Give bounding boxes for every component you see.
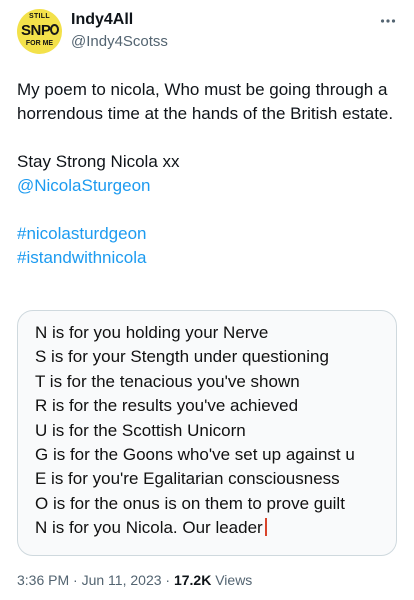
views-label: Views bbox=[211, 572, 253, 588]
poem-line: U is for the Scottish Unicorn bbox=[35, 420, 246, 440]
meta-separator: · bbox=[69, 572, 82, 588]
more-dots-icon bbox=[380, 19, 396, 23]
tweet-body-line-2: Stay Strong Nicola xx bbox=[17, 152, 180, 171]
author-handle[interactable]: @Indy4Scotss bbox=[71, 33, 168, 50]
poem-line: S is for your Stength under questioning bbox=[35, 347, 329, 367]
views-count: 17.2K bbox=[173, 572, 212, 588]
tweet-header: STILL SNP FOR ME Indy4All @Indy4Scotss bbox=[17, 9, 397, 59]
poem-text: N is for you holding your Nerve S is for… bbox=[35, 321, 355, 541]
tweet-date[interactable]: Jun 11, 2023 bbox=[82, 572, 162, 588]
poem-line: T is for the tenacious you've shown bbox=[35, 371, 300, 391]
poem-line: R is for the results you've achieved bbox=[35, 396, 299, 416]
tweet-time[interactable]: 3:36 PM bbox=[17, 572, 69, 588]
poem-line: N is for you holding your Nerve bbox=[35, 323, 269, 342]
poem-line: O is for the onus is on them to prove gu… bbox=[35, 493, 345, 513]
more-icon[interactable] bbox=[379, 12, 397, 35]
avatar-text-bottom: FOR ME bbox=[25, 40, 54, 47]
tweet-body-line: My poem to nicola, Who must be going thr… bbox=[17, 80, 394, 123]
avatar-text-top: STILL bbox=[29, 13, 50, 20]
hashtag-link-1[interactable]: #nicolasturdgeon bbox=[17, 224, 146, 243]
poem-line: N is for you Nicola. Our leader bbox=[35, 518, 263, 538]
mention-link[interactable]: @NicolaSturgeon bbox=[17, 176, 151, 195]
text-cursor bbox=[264, 518, 267, 537]
tweet-meta: 3:36 PM · Jun 11, 2023 · 17.2K Views bbox=[17, 572, 252, 588]
tweet-text: My poem to nicola, Who must be going thr… bbox=[17, 78, 402, 270]
poem-line-last: N is for you Nicola. Our leader bbox=[35, 516, 355, 540]
avatar[interactable]: STILL SNP FOR ME bbox=[17, 9, 62, 54]
hashtag-link-2[interactable]: #istandwithnicola bbox=[17, 248, 146, 267]
poem-line: E is for you're Egalitarian consciousnes… bbox=[35, 469, 340, 489]
avatar-loop-icon bbox=[50, 24, 59, 35]
author-name[interactable]: Indy4All bbox=[71, 11, 133, 29]
meta-separator: · bbox=[161, 572, 174, 588]
poem-image-card[interactable]: N is for you holding your Nerve S is for… bbox=[17, 310, 397, 556]
poem-line: G is for the Goons who've set up against… bbox=[35, 445, 355, 465]
